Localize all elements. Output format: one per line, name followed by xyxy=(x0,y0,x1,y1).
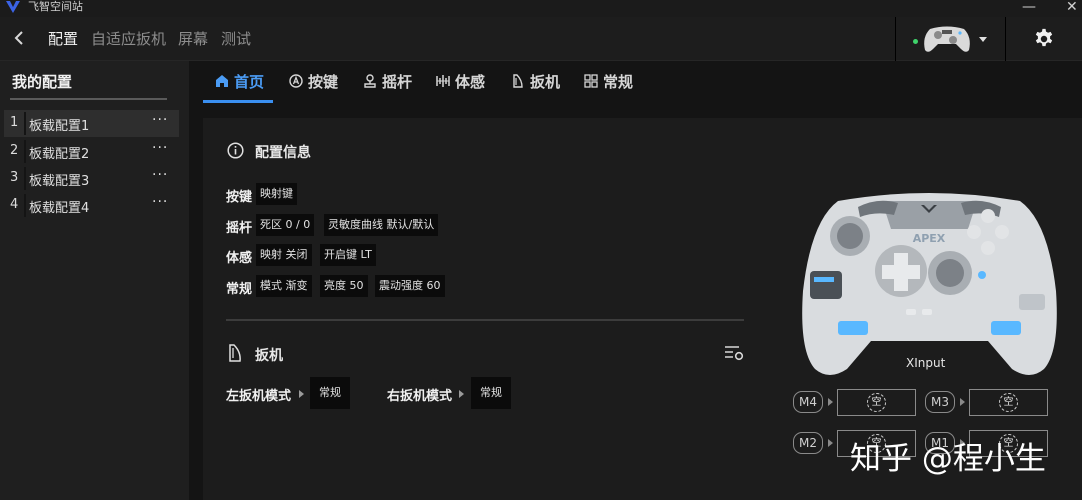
tab-label: 体感 xyxy=(455,73,486,91)
controller-brand-text: APEX xyxy=(913,232,946,245)
config-item-3[interactable]: 3 板载配置3 ··· xyxy=(4,165,179,192)
nav-divider xyxy=(1005,17,1006,61)
tab-label: 按键 xyxy=(308,73,339,91)
config-number: 4 xyxy=(10,197,19,212)
more-options-button[interactable]: ··· xyxy=(152,140,168,156)
joystick-icon xyxy=(364,74,376,88)
top-navigation: 配置 自适应扳机 屏幕 测试 xyxy=(0,17,1082,61)
motion-mapping-chip: 映射 关闭 xyxy=(256,244,312,266)
sidebar-title: 我的配置 xyxy=(12,73,73,91)
trigger-icon xyxy=(513,74,523,88)
config-name: 板载配置2 xyxy=(29,147,90,162)
tab-bar: 首页 按键 摇杆 体感 扳机 常规 xyxy=(189,61,1082,117)
minimize-button[interactable]: — xyxy=(1022,0,1036,14)
back-arrow-icon[interactable] xyxy=(10,27,30,49)
config-separator xyxy=(24,167,26,190)
config-separator xyxy=(24,112,26,135)
nav-screen[interactable]: 屏幕 xyxy=(178,29,208,49)
more-options-button[interactable]: ··· xyxy=(152,167,168,183)
more-options-button[interactable]: ··· xyxy=(152,112,168,128)
grid-icon xyxy=(584,74,598,88)
info-icon xyxy=(227,142,244,159)
tab-home[interactable]: 首页 xyxy=(215,71,264,93)
tab-motion[interactable]: 体感 xyxy=(436,71,485,93)
chevron-right-icon xyxy=(459,390,464,398)
tab-label: 摇杆 xyxy=(382,73,413,91)
config-item-1[interactable]: 1 板载配置1 ··· xyxy=(4,110,179,137)
config-separator xyxy=(24,140,26,163)
tab-trigger[interactable]: 扳机 xyxy=(511,71,560,93)
nav-test[interactable]: 测试 xyxy=(221,29,251,49)
gear-icon[interactable] xyxy=(1033,28,1055,50)
empty-slot-badge: 空 xyxy=(999,393,1018,412)
motion-activate-key-chip: 开启键 LT xyxy=(320,244,376,266)
brightness-chip: 亮度 50 xyxy=(320,275,368,297)
macro-m4-badge: M4 xyxy=(793,391,823,413)
controller-mode-label: XInput xyxy=(906,356,946,370)
config-number: 2 xyxy=(10,143,19,158)
tab-buttons[interactable]: 按键 xyxy=(289,71,338,93)
active-tab-indicator xyxy=(203,100,273,103)
macro-m2-badge: M2 xyxy=(793,432,823,454)
config-name: 板载配置1 xyxy=(29,119,90,134)
buttons-mapping-chip: 映射键 xyxy=(256,183,297,205)
right-trigger-label: 右扳机模式 xyxy=(387,389,453,404)
tab-label: 首页 xyxy=(234,73,265,91)
config-name: 板载配置3 xyxy=(29,174,90,189)
chevron-right-icon xyxy=(828,398,833,406)
config-name: 板载配置4 xyxy=(29,201,90,216)
macro-m3-slot[interactable]: 空 xyxy=(969,389,1048,416)
nav-divider xyxy=(895,17,896,61)
buttons-label: 按键 xyxy=(226,190,253,205)
deadzone-chip: 死区 0 / 0 xyxy=(256,214,315,236)
tab-general[interactable]: 常规 xyxy=(584,71,633,93)
chevron-right-icon xyxy=(828,439,833,447)
motion-icon xyxy=(436,75,450,87)
light-mode-chip: 模式 渐变 xyxy=(256,275,312,297)
trigger-icon xyxy=(229,344,241,362)
sidebar-divider xyxy=(10,98,167,100)
config-item-2[interactable]: 2 板载配置2 ··· xyxy=(4,138,179,165)
chevron-down-icon[interactable] xyxy=(978,36,988,44)
connection-status-dot xyxy=(913,39,918,44)
config-sidebar: 我的配置 1 板载配置1 ··· 2 板载配置2 ··· 3 板载配置3 ···… xyxy=(0,61,189,500)
sensitivity-curve-chip: 灵敏度曲线 默认/默认 xyxy=(324,214,439,236)
section-divider xyxy=(226,319,744,321)
nav-config[interactable]: 配置 xyxy=(48,29,78,49)
list-settings-icon[interactable] xyxy=(724,345,744,361)
left-trigger-label: 左扳机模式 xyxy=(226,389,292,404)
config-separator xyxy=(24,194,26,217)
nav-adaptive-trigger[interactable]: 自适应扳机 xyxy=(91,29,166,49)
empty-slot-badge: 空 xyxy=(867,393,886,412)
tab-label: 常规 xyxy=(603,73,634,91)
window-title: 飞智空间站 xyxy=(28,0,83,13)
watermark-text: 知乎 @程小生 xyxy=(850,441,1046,477)
app-logo-icon xyxy=(6,1,20,13)
motion-label: 体感 xyxy=(226,251,253,266)
trigger-section-title: 扳机 xyxy=(255,348,283,364)
tab-label: 扳机 xyxy=(530,73,561,91)
vibration-chip: 震动强度 60 xyxy=(375,275,445,297)
controller-device-icon[interactable] xyxy=(922,23,972,55)
config-number: 3 xyxy=(10,170,19,185)
macro-m4-slot[interactable]: 空 xyxy=(837,389,916,416)
config-info-title: 配置信息 xyxy=(255,145,311,161)
macro-m3-badge: M3 xyxy=(925,391,955,413)
a-button-icon xyxy=(289,74,303,88)
more-options-button[interactable]: ··· xyxy=(152,194,168,210)
tab-joystick[interactable]: 摇杆 xyxy=(363,71,412,93)
right-trigger-mode-select[interactable]: 常规 xyxy=(471,377,511,409)
config-item-4[interactable]: 4 板载配置4 ··· xyxy=(4,192,179,219)
controller-image: APEX xyxy=(802,193,1057,375)
chevron-right-icon xyxy=(299,390,304,398)
config-number: 1 xyxy=(10,115,19,130)
close-button[interactable]: ✕ xyxy=(1066,0,1078,14)
home-icon xyxy=(216,75,228,87)
title-bar: 飞智空间站 — ✕ xyxy=(0,0,1082,17)
chevron-right-icon xyxy=(960,398,965,406)
joystick-label: 摇杆 xyxy=(226,221,253,236)
general-label: 常规 xyxy=(226,282,253,297)
left-trigger-mode-select[interactable]: 常规 xyxy=(310,377,350,409)
